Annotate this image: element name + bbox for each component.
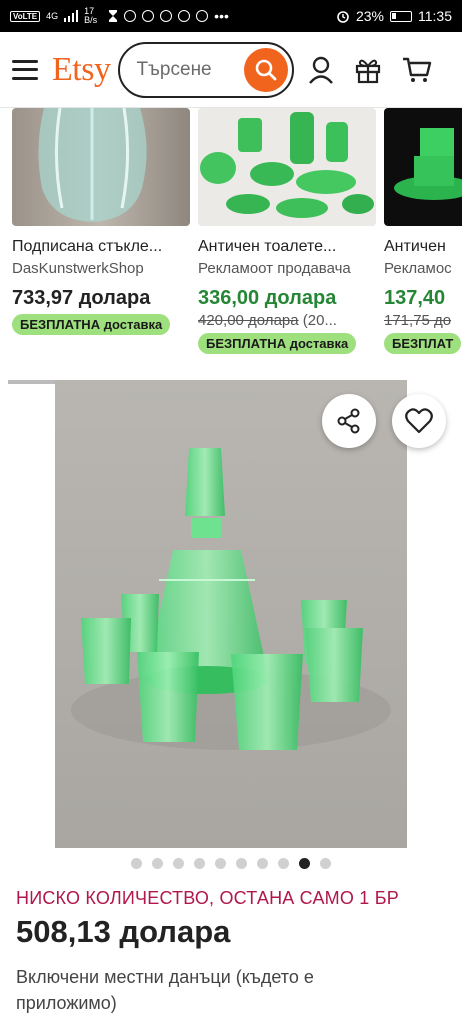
pager-dot[interactable] — [257, 858, 268, 869]
listing-original-price: 171,75 до — [384, 312, 452, 329]
listing-card[interactable]: Античен тоалете... Рекламоот продавача 3… — [198, 108, 376, 354]
facebook-icon — [160, 10, 173, 22]
viber-icon — [142, 10, 155, 22]
search-bar[interactable] — [118, 41, 295, 98]
gallery-edge — [8, 380, 56, 384]
free-shipping-badge: БЕЗПЛАТНА доставка — [12, 314, 171, 335]
clock: 11:35 — [418, 8, 452, 24]
pager-dot[interactable] — [278, 858, 289, 869]
tax-note: Включени местни данъци (където е приложи… — [16, 967, 314, 1013]
search-input[interactable] — [136, 58, 247, 81]
product-price: 508,13 долара — [16, 914, 231, 949]
more-icon: ••• — [214, 8, 229, 24]
pager-dot[interactable] — [236, 858, 247, 869]
product-image[interactable] — [55, 380, 407, 848]
messenger-icon — [178, 10, 191, 22]
pager-dot[interactable] — [173, 858, 184, 869]
battery-percent: 23% — [355, 8, 384, 24]
listing-title[interactable]: Подписана стъкле... — [12, 238, 190, 256]
share-button[interactable] — [322, 394, 376, 448]
skype-icon — [124, 10, 137, 22]
listing-price: 137,40 — [384, 287, 446, 309]
network-indicator: 4G — [46, 11, 59, 21]
low-stock-notice: НИСКО КОЛИЧЕСТВО, ОСТАНА САМО 1 БР — [16, 888, 399, 908]
listing-card[interactable]: Подписана стъкле... DasKunstwerkShop 733… — [12, 108, 190, 335]
pager-dot[interactable] — [152, 858, 163, 869]
gift-icon[interactable] — [354, 56, 382, 84]
status-bar: VoLTE 4G 17 B/s ••• 23% 11:35 — [0, 0, 462, 32]
search-icon — [256, 59, 277, 80]
listing-shop: Рекламос — [384, 260, 452, 277]
hourglass-icon — [109, 10, 118, 22]
account-icon[interactable] — [308, 56, 334, 84]
app-icon — [196, 10, 209, 22]
listing-shop: DasKunstwerkShop — [12, 260, 144, 277]
alarm-icon — [337, 11, 349, 23]
volte-indicator: VoLTE — [10, 10, 41, 22]
listing-title[interactable]: Античен — [384, 238, 462, 256]
pager-dot[interactable] — [194, 858, 205, 869]
menu-icon[interactable] — [12, 59, 38, 80]
listing-thumbnail[interactable] — [384, 108, 462, 226]
heart-icon — [405, 408, 433, 434]
etsy-logo[interactable]: Etsy — [52, 51, 111, 89]
listing-price: 733,97 долара — [12, 287, 151, 309]
listing-price: 336,00 долара — [198, 287, 337, 309]
pager-dot[interactable] — [215, 858, 226, 869]
listing-thumbnail[interactable] — [198, 108, 376, 226]
recommended-carousel[interactable]: Подписана стъкле... DasKunstwerkShop 733… — [0, 108, 462, 370]
listing-title[interactable]: Античен тоалете... — [198, 238, 376, 256]
favorite-button[interactable] — [392, 394, 446, 448]
app-header: Etsy — [0, 32, 462, 108]
pager-dot[interactable] — [131, 858, 142, 869]
listing-thumbnail[interactable] — [12, 108, 190, 226]
pager-dot[interactable] — [320, 858, 331, 869]
image-pager[interactable] — [0, 858, 462, 869]
data-speed: 17 B/s — [84, 6, 98, 25]
free-shipping-badge: БЕЗПЛАТ — [384, 333, 462, 354]
listing-original-price: 420,00 долара (20... — [198, 312, 337, 329]
pager-dot[interactable] — [299, 858, 310, 869]
share-icon — [337, 408, 360, 434]
free-shipping-badge: БЕЗПЛАТНА доставка — [198, 333, 357, 354]
cart-icon[interactable] — [402, 56, 432, 84]
search-button[interactable] — [244, 47, 289, 92]
battery-icon — [390, 10, 412, 22]
listing-card[interactable]: Античен Рекламос 137,40 171,75 до БЕЗПЛА… — [384, 108, 462, 354]
signal-icon — [64, 10, 79, 22]
listing-shop: Рекламоот продавача — [198, 260, 351, 277]
